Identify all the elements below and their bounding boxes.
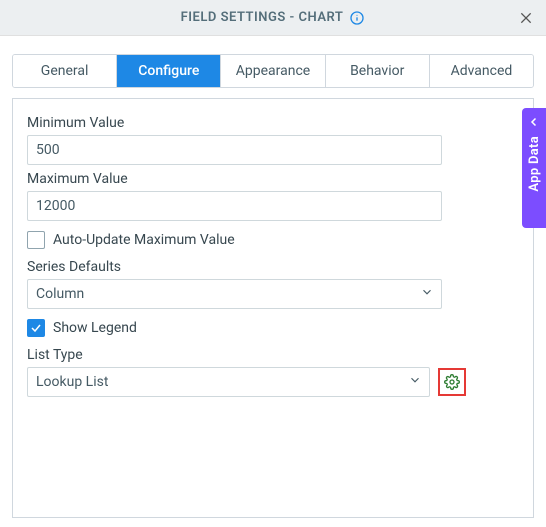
app-data-label: App Data — [527, 136, 542, 192]
series-defaults-label: Series Defaults — [27, 259, 519, 275]
close-button[interactable] — [518, 10, 534, 26]
auto-update-checkbox[interactable] — [27, 231, 45, 249]
tab-general[interactable]: General — [13, 55, 117, 87]
dialog-header: FIELD SETTINGS - CHART — [0, 0, 546, 36]
dialog-title-wrap: FIELD SETTINGS - CHART — [181, 10, 366, 26]
series-defaults-select-wrap — [27, 279, 442, 309]
tab-behavior[interactable]: Behavior — [326, 55, 430, 87]
show-legend-row: Show Legend — [27, 319, 519, 337]
list-type-select[interactable] — [27, 367, 430, 397]
show-legend-label: Show Legend — [53, 320, 137, 336]
chevron-left-icon — [528, 116, 540, 132]
show-legend-checkbox[interactable] — [27, 319, 45, 337]
tab-configure[interactable]: Configure — [117, 55, 221, 87]
dialog-title: FIELD SETTINGS - CHART — [181, 10, 344, 25]
tab-advanced[interactable]: Advanced — [430, 55, 533, 87]
maximum-value-input[interactable] — [27, 191, 442, 221]
minimum-value-label: Minimum Value — [27, 115, 519, 131]
list-type-settings-button[interactable] — [438, 368, 466, 396]
tab-bar: General Configure Appearance Behavior Ad… — [12, 54, 534, 88]
series-defaults-select[interactable] — [27, 279, 442, 309]
tab-appearance[interactable]: Appearance — [221, 55, 325, 87]
auto-update-label: Auto-Update Maximum Value — [53, 232, 235, 248]
info-icon[interactable] — [349, 10, 365, 26]
list-type-row — [27, 367, 519, 397]
minimum-value-input[interactable] — [27, 135, 442, 165]
maximum-value-label: Maximum Value — [27, 171, 519, 187]
auto-update-row: Auto-Update Maximum Value — [27, 231, 519, 249]
app-data-side-tab[interactable]: App Data — [522, 108, 546, 228]
list-type-label: List Type — [27, 347, 519, 363]
list-type-select-wrap — [27, 367, 430, 397]
configure-panel: Minimum Value Maximum Value Auto-Update … — [12, 98, 534, 518]
